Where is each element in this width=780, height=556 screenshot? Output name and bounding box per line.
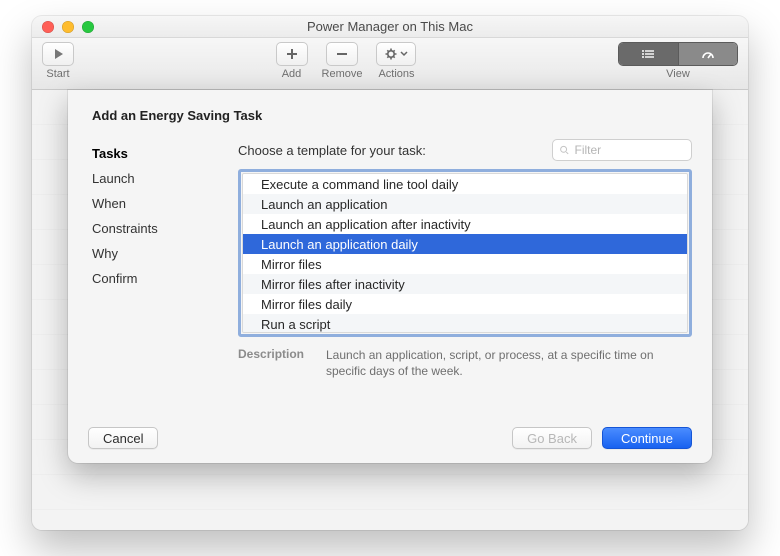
app-window: Power Manager on This Mac Start Add Remo… [32,16,748,530]
titlebar: Power Manager on This Mac [32,16,748,38]
toolbar-actions-group: Actions [376,42,416,80]
play-icon [52,48,64,60]
list-item[interactable]: Mirror files daily [243,294,687,314]
toolbar-add-group: Add [276,42,308,80]
step-confirm[interactable]: Confirm [88,266,218,291]
assistant-steps: TasksLaunchWhenConstraintsWhyConfirm [88,139,218,379]
toolbar: Start Add Remove Actions [32,38,748,90]
list-item[interactable]: Launch an application after inactivity [243,214,687,234]
list-icon [641,49,655,59]
toolbar-remove-group: Remove [322,42,363,80]
view-list-segment[interactable] [619,43,678,65]
search-icon [559,144,570,156]
list-item[interactable]: Execute a command line tool daily [243,174,687,194]
gauge-icon [701,48,715,60]
description-text: Launch an application, script, or proces… [326,347,692,379]
remove-button[interactable] [326,42,358,66]
actions-button[interactable] [376,42,416,66]
window-content: Add an Energy Saving Task TasksLaunchWhe… [32,90,748,530]
template-list[interactable]: Execute a command line tool dailyLaunch … [242,173,688,333]
toolbar-start-label: Start [46,68,69,80]
add-button[interactable] [276,42,308,66]
go-back-button: Go Back [512,427,592,449]
window-title: Power Manager on This Mac [32,19,748,34]
template-description: Description Launch an application, scrip… [238,347,692,379]
filter-input[interactable] [575,143,685,157]
step-why[interactable]: Why [88,241,218,266]
step-tasks[interactable]: Tasks [88,141,218,166]
toolbar-view-label: View [666,68,690,80]
step-constraints[interactable]: Constraints [88,216,218,241]
minus-icon [336,48,348,60]
list-item[interactable]: Launch an application daily [243,234,687,254]
sheet-heading: Add an Energy Saving Task [88,108,692,123]
toolbar-view-group: View [618,42,738,80]
step-launch[interactable]: Launch [88,166,218,191]
continue-button[interactable]: Continue [602,427,692,449]
list-item[interactable]: Mirror files after inactivity [243,274,687,294]
view-gauge-segment[interactable] [678,43,738,65]
step-when[interactable]: When [88,191,218,216]
toolbar-remove-label: Remove [322,68,363,80]
sheet-footer: Cancel Go Back Continue [88,427,692,449]
plus-icon [286,48,298,60]
list-item[interactable]: Launch an application [243,194,687,214]
chevron-down-icon [400,50,408,58]
assistant-sheet: Add an Energy Saving Task TasksLaunchWhe… [68,90,712,463]
list-item[interactable]: Run a script [243,314,687,333]
toolbar-add-label: Add [282,68,302,80]
cancel-button[interactable]: Cancel [88,427,158,449]
gear-icon [385,48,397,60]
list-item[interactable]: Mirror files [243,254,687,274]
template-prompt: Choose a template for your task: [238,143,542,158]
toolbar-start-group: Start [42,42,74,80]
filter-field[interactable] [552,139,692,161]
description-label: Description [238,347,316,379]
view-segmented-control[interactable] [618,42,738,66]
template-list-focus-ring: Execute a command line tool dailyLaunch … [238,169,692,337]
start-button[interactable] [42,42,74,66]
toolbar-actions-label: Actions [378,68,414,80]
